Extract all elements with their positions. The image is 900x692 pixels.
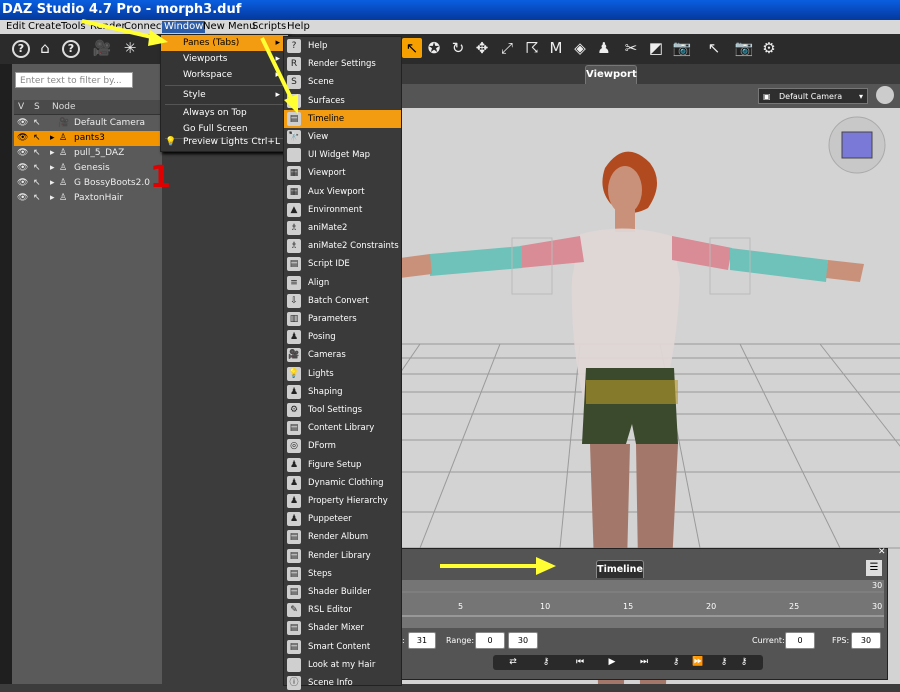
arrow-head — [536, 557, 556, 575]
arrow-to-window-menu — [81, 19, 157, 40]
annotation-arrows — [81, 19, 556, 575]
arrow-head — [284, 94, 298, 114]
arrow-to-timeline-item — [260, 37, 294, 101]
arrow-head — [148, 30, 168, 46]
